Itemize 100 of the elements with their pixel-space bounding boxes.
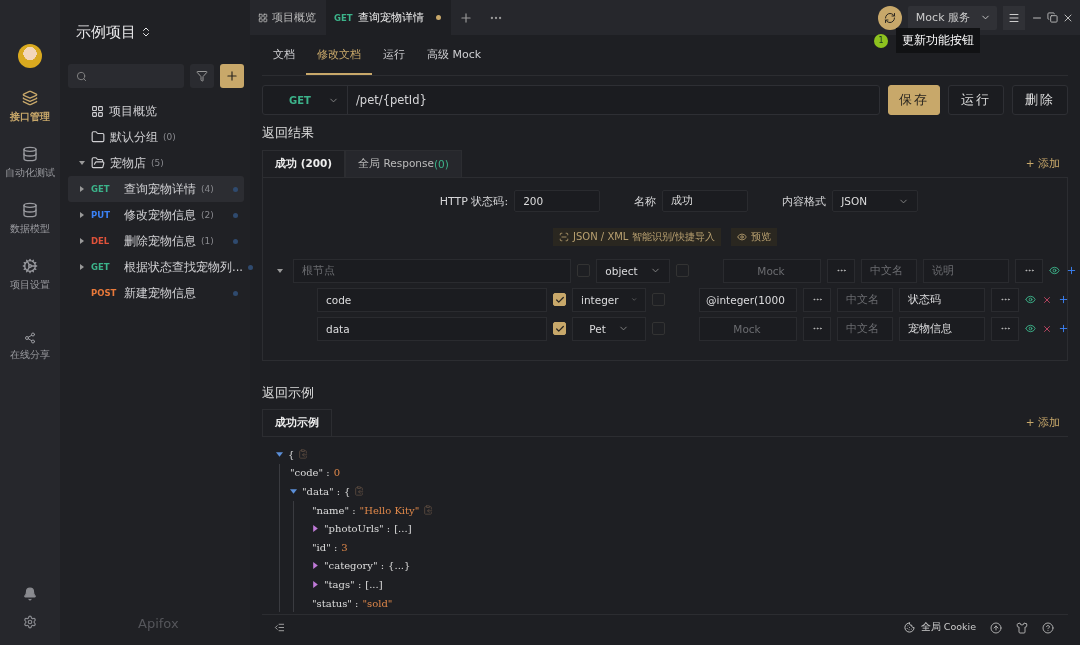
tree-label: 新建宠物信息 [124,285,196,301]
method-label: GET [91,262,111,272]
folder-icon [91,130,105,144]
json-brace: { [288,448,295,460]
add-icon[interactable] [1058,294,1069,305]
add-link[interactable]: + 添加 [1025,415,1068,430]
tooltip: 更新功能按钮 [896,28,980,53]
method-label: PUT [91,210,111,220]
copy-icon [298,449,309,460]
input-field[interactable]: @integer(1000 [699,287,797,312]
eye-icon[interactable] [1025,294,1036,305]
caret-down-icon[interactable] [277,267,283,274]
input-field[interactable]: 宠物信息 [899,316,985,341]
new-tab-icon[interactable] [459,10,473,25]
shirt-icon[interactable] [1016,621,1028,634]
field-label: HTTP 状态码: [439,193,509,209]
eye-icon[interactable] [1049,265,1060,276]
menu-button[interactable] [1003,5,1025,30]
tree-item[interactable]: GET 查询宠物详情 (4) [68,176,244,202]
cookie-icon [903,622,915,633]
add-icon[interactable] [1066,265,1077,276]
tree-label: 项目概览 [109,103,157,119]
delete-icon[interactable] [1042,294,1052,305]
status-dot [233,238,238,244]
field-label: 内容格式 [782,193,827,209]
grid-icon [91,104,104,118]
input-field[interactable]: 成功 [662,190,749,212]
tab[interactable]: 文档 [262,35,306,75]
json-value: [...] [394,523,412,535]
search-field[interactable] [68,64,184,88]
tree-item[interactable]: 项目概览 [68,98,244,124]
folder-icon [91,156,105,170]
input-field[interactable]: 200 [514,190,601,212]
help-icon[interactable] [1042,621,1054,634]
tab[interactable]: 成功 (200) [262,150,346,177]
status-dot [247,264,253,270]
input-field[interactable]: data [317,316,547,341]
action-button[interactable]: 删除 [1012,85,1068,115]
add-link[interactable]: + 添加 [1025,156,1068,171]
json-value: 0 [333,467,341,479]
upload-icon[interactable] [990,621,1002,634]
tab[interactable]: 项目概览 [250,0,326,35]
action-button[interactable]: 运行 [948,85,1004,115]
json-key: "id" : [312,541,338,553]
rail-item[interactable]: 在线分享 [10,332,50,362]
tab[interactable]: 高级 Mock [416,35,493,75]
input-field[interactable]: code [317,287,547,312]
settings-icon[interactable] [23,615,37,629]
type-select[interactable]: Pet [572,316,646,341]
avatar[interactable] [18,44,42,68]
checkbox[interactable] [553,293,566,306]
json-key: "tags" : [324,578,362,590]
save-button[interactable]: 保存 [888,85,940,115]
tree-item[interactable]: 宠物店 (5) [68,150,244,176]
tab[interactable]: 运行 [372,35,416,75]
type-select[interactable]: integer [572,287,646,312]
input-field[interactable]: 状态码 [899,287,985,312]
tree-item[interactable]: GET 根据状态查找宠物列... [68,254,244,280]
step-badge: 1 [874,33,888,48]
url-field[interactable]: GET /pet/{petId} [262,85,880,115]
tree-label: 查询宠物详情 [124,181,196,197]
tab[interactable]: 全局 Response(0) [345,150,462,177]
tree-item[interactable]: POST 新建宠物信息 [68,280,244,306]
preview-button[interactable]: 预览 [731,228,777,246]
rail-item[interactable]: 数据模型 [10,202,50,236]
delete-icon[interactable] [1042,323,1052,334]
rail-item[interactable]: 接口管理 [10,90,50,124]
plus-icon [225,69,239,83]
method-label: GET [91,184,111,194]
rail-item[interactable]: 自动化测试 [5,146,55,180]
tab[interactable]: 成功示例 [262,409,332,436]
tab-label: 查询宠物详情 [358,10,424,25]
collapse-icon[interactable] [274,622,285,633]
tab[interactable]: 修改文档 [306,35,372,75]
type-select[interactable]: object [596,258,670,283]
tree-item[interactable]: PUT 修改宠物信息 (2) [68,202,244,228]
cookie-button[interactable]: 全局 Cookie [903,621,976,634]
json-key: "status" : [312,597,359,609]
refresh-icon [883,11,896,24]
restore-icon[interactable] [1047,11,1058,23]
filter-button[interactable] [190,64,214,88]
bell-icon[interactable] [23,587,37,601]
json-brace: { [344,486,351,497]
status-dot [233,212,238,218]
switch-icon[interactable] [140,26,152,38]
import-button[interactable]: JSON / XML 智能识别/快捷导入 [553,228,721,246]
refresh-button[interactable] [877,5,902,30]
json-key: "category" : [324,560,385,572]
tree-item[interactable]: 默认分组 (0) [68,124,244,150]
add-button[interactable] [220,64,244,88]
eye-icon[interactable] [1025,323,1036,334]
rail-item[interactable]: 项目设置 [10,258,50,292]
format-select[interactable]: JSON [832,190,919,212]
method-select[interactable]: GET [263,86,348,114]
checkbox[interactable] [553,322,566,335]
tab[interactable]: GET 查询宠物详情 [326,0,451,35]
tree-item[interactable]: DEL 删除宠物信息 (1) [68,228,244,254]
filter-icon [196,70,208,82]
mock-service-select[interactable]: Mock 服务 [907,5,997,30]
add-icon[interactable] [1058,323,1069,334]
